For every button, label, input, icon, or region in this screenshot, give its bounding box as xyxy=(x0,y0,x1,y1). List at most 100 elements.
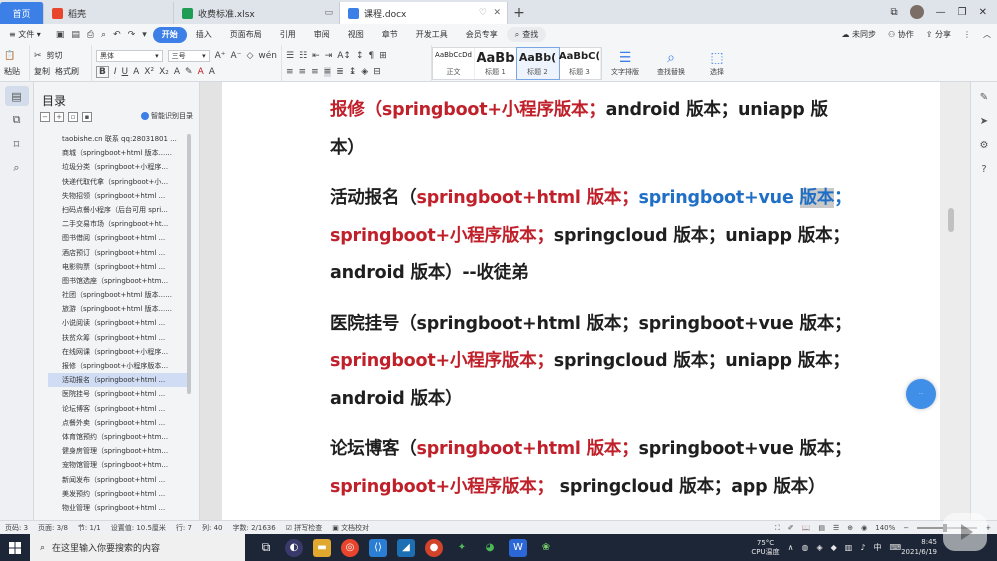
minimize-icon[interactable]: — xyxy=(936,7,946,18)
document-line[interactable]: springboot+小程序版本；springcloud 版本；uniapp 版… xyxy=(330,218,850,256)
taskbar-clock[interactable]: 8:45 2021/6/19 xyxy=(901,537,937,557)
toc-item[interactable]: 活动报名（springboot+html ... xyxy=(48,373,188,388)
media-app-icon[interactable]: ◐ xyxy=(285,538,303,557)
windows-start-icon[interactable] xyxy=(0,534,30,561)
bold-icon[interactable]: B xyxy=(96,65,109,78)
justify-icon[interactable]: ≡ xyxy=(323,66,332,77)
toc-item[interactable]: 快递代取代拿（springboot+小... xyxy=(48,175,188,189)
toc-item[interactable]: 医院挂号（springboot+html ... xyxy=(48,387,188,401)
phonetic-icon[interactable]: wén xyxy=(258,51,277,61)
toc-item[interactable]: 物业管理（springboot+html ... xyxy=(48,501,188,515)
strikethrough-icon[interactable]: A xyxy=(133,67,139,77)
eye-care-icon[interactable]: ◉ xyxy=(861,524,867,532)
toc-item[interactable]: 论坛博客（springboot+html ... xyxy=(48,402,188,416)
text-effect-icon[interactable]: A xyxy=(174,67,180,77)
document-line[interactable]: android 版本） xyxy=(330,381,850,419)
increase-indent-icon[interactable]: ⇥ xyxy=(325,51,333,61)
tray-app-icon[interactable]: ◈ xyxy=(816,543,822,552)
file-explorer-icon[interactable]: ▬ xyxy=(313,538,331,557)
proofread-button[interactable]: ▣ 文档校对 xyxy=(327,523,374,533)
document-page[interactable]: 报修（springboot+小程序版本；android 版本；uniapp 版本… xyxy=(222,82,940,520)
level-down-icon[interactable]: ▪ xyxy=(82,112,92,122)
tab-docx[interactable]: 课程.docx ♡ ✕ xyxy=(340,2,508,24)
style-heading-2[interactable]: AaBb(标题 2 xyxy=(516,47,560,80)
network-icon[interactable]: ▥ xyxy=(845,543,853,552)
collapse-ribbon-icon[interactable]: ︿ xyxy=(983,29,991,40)
menu-file[interactable]: ≡ 文件 ▾ xyxy=(0,27,50,43)
toc-item[interactable]: 扫码点餐小程序（后台可用 spri... xyxy=(48,203,188,217)
document-line[interactable]: android 版本）--收徒弟 xyxy=(330,255,850,293)
taskbar-search-input[interactable]: ⌕ 在这里输入你要搜索的内容 xyxy=(30,534,245,561)
toc-scrollbar[interactable] xyxy=(187,134,191,394)
menu-review[interactable]: 审阅 xyxy=(305,27,339,43)
style-heading-3[interactable]: AaBbC(标题 3 xyxy=(559,48,601,79)
blank-line[interactable] xyxy=(330,418,850,431)
zoom-out-icon[interactable]: − xyxy=(903,524,909,532)
expand-all-icon[interactable]: + xyxy=(54,112,64,122)
panda-app-icon[interactable]: ❀ xyxy=(537,539,555,557)
keyboard-icon[interactable]: ⌨ xyxy=(889,543,901,552)
style-normal[interactable]: AaBbCcDd 正文 xyxy=(433,48,475,79)
task-view-icon[interactable]: ⧉ xyxy=(257,539,275,557)
style-heading-1[interactable]: AaBb 标题 1 xyxy=(475,48,517,79)
subscript-icon[interactable]: X₂ xyxy=(159,67,169,77)
smart-toc-button[interactable]: 智能识别目录 xyxy=(141,111,193,121)
tab-close-icon[interactable]: ✕ xyxy=(493,8,501,18)
document-line[interactable]: springboot+小程序版本； springcloud 版本；app 版本） xyxy=(330,469,850,507)
document-line[interactable]: springboot+小程序版本；springcloud 版本；uniapp 版… xyxy=(330,343,850,381)
blank-line[interactable] xyxy=(330,167,850,180)
share-button[interactable]: ⇪ 分享 xyxy=(926,29,951,40)
vertical-scrollbar[interactable] xyxy=(940,82,970,520)
italic-icon[interactable]: I xyxy=(114,67,117,77)
toc-item[interactable]: 体育馆预约（springboot+htm... xyxy=(48,430,188,444)
document-line[interactable]: 报修（springboot+小程序版本；android 版本；uniapp 版 xyxy=(330,92,850,130)
font-color-icon[interactable]: A xyxy=(198,67,204,77)
menu-developer[interactable]: 开发工具 xyxy=(407,27,457,43)
wechat-icon[interactable]: ◕ xyxy=(481,539,499,557)
borders-icon[interactable]: ⊞ xyxy=(379,51,387,61)
new-tab-button[interactable]: + xyxy=(508,2,530,24)
decrease-indent-icon[interactable]: ⇤ xyxy=(312,51,320,61)
status-wordcount[interactable]: 字数: 2/1636 xyxy=(227,523,280,533)
document-line[interactable]: 活动报名（springboot+html 版本；springboot+vue 版… xyxy=(330,180,852,218)
superscript-icon[interactable]: X² xyxy=(144,67,154,77)
blank-line[interactable] xyxy=(330,293,850,306)
vscode-icon[interactable]: ⟨⟩ xyxy=(369,538,387,557)
numbered-list-icon[interactable]: ☷ xyxy=(299,51,307,61)
menu-start[interactable]: 开始 xyxy=(152,26,187,43)
sync-status[interactable]: ☁ 未同步 xyxy=(841,29,876,40)
toc-item[interactable]: 商城（springboot+html 版本...... xyxy=(48,146,188,160)
paste-button[interactable]: 粘贴 xyxy=(4,66,20,77)
idea-icon[interactable]: ◢ xyxy=(397,538,415,557)
toc-item[interactable]: 垃圾分类（springboot+小程序... xyxy=(48,160,188,174)
toc-panel-icon[interactable]: ▤ xyxy=(4,86,29,106)
find-replace-button[interactable]: ⌕ 查找替换 xyxy=(648,45,694,81)
menu-chapter[interactable]: 章节 xyxy=(373,27,407,43)
floating-assistant-button[interactable]: ··· xyxy=(906,379,936,409)
collab-button[interactable]: ⚇ 协作 xyxy=(888,29,914,40)
chinese-layout-icon[interactable]: A↕ xyxy=(337,51,351,61)
print-icon[interactable]: ⎙ xyxy=(87,30,94,40)
toc-item[interactable]: 宠物馆管理（springboot+htm... xyxy=(48,458,188,472)
font-size-select[interactable]: 三号 ▾ xyxy=(167,49,210,62)
edit-icon[interactable]: ✎ xyxy=(975,88,993,106)
workspace-icon[interactable]: ⧉ xyxy=(891,7,898,18)
menu-vip[interactable]: 会员专享 xyxy=(457,27,507,43)
fullscreen-icon[interactable]: ⛶ xyxy=(775,524,780,533)
tab-pin-icon[interactable]: ▭ xyxy=(324,8,333,18)
distribute-icon[interactable]: ≣ xyxy=(336,67,344,77)
wps-icon[interactable]: W xyxy=(509,538,527,557)
align-center-icon[interactable]: ≡ xyxy=(299,67,307,77)
show-marks-icon[interactable]: ¶ xyxy=(369,51,375,61)
music-app-icon[interactable]: ● xyxy=(425,538,443,557)
grow-font-icon[interactable]: A⁺ xyxy=(215,51,226,61)
toc-item[interactable]: taobishe.cn 联系 qq:28031801 ... xyxy=(48,132,188,146)
menu-references[interactable]: 引用 xyxy=(271,27,305,43)
menu-page-layout[interactable]: 页面布局 xyxy=(221,27,271,43)
shrink-font-icon[interactable]: A⁻ xyxy=(231,51,242,61)
font-name-select[interactable]: 黑体 ▾ xyxy=(96,49,163,62)
menu-insert[interactable]: 插入 xyxy=(187,27,221,43)
open-icon[interactable]: ▤ xyxy=(71,30,80,40)
more-icon[interactable]: ⋮ xyxy=(963,30,971,39)
copy-button[interactable]: 复制 xyxy=(34,66,50,77)
